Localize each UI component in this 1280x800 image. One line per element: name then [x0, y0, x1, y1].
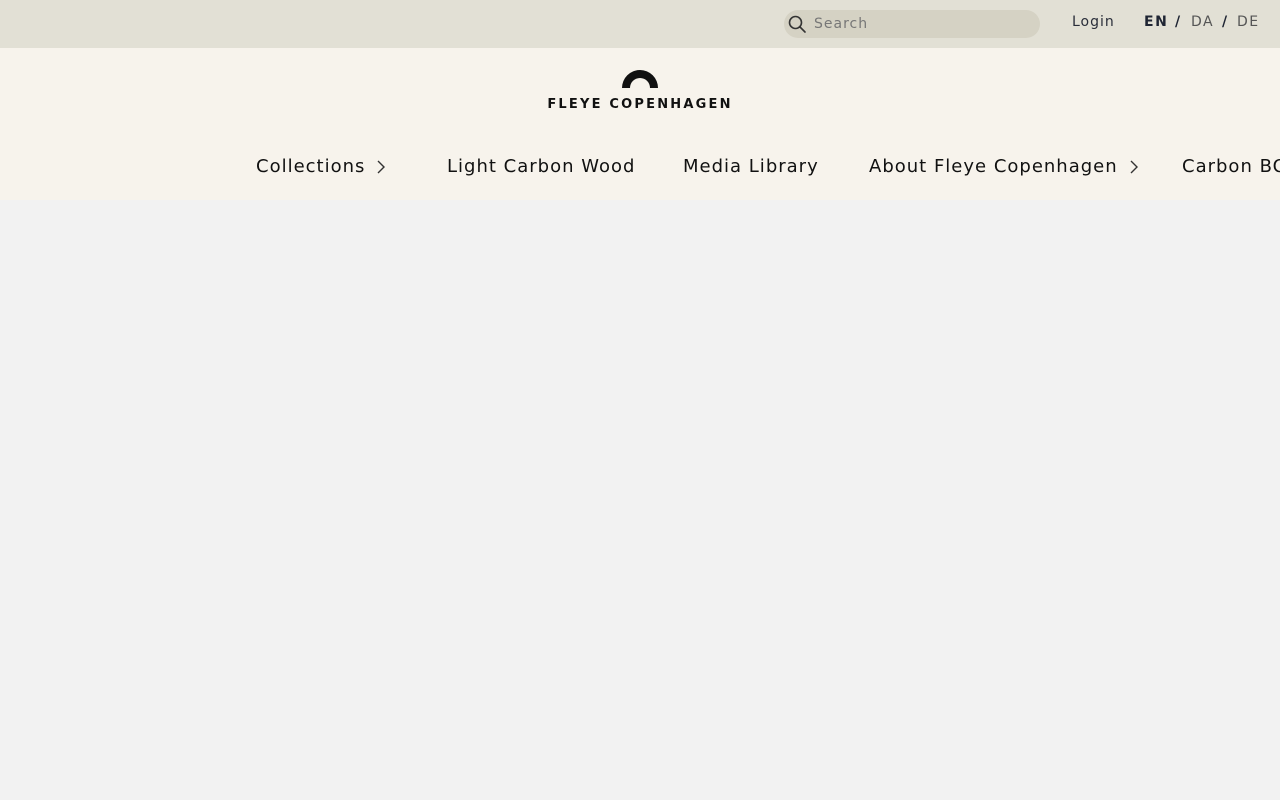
nav-item-media-library[interactable]: Media Library — [683, 156, 819, 177]
language-separator: / — [1222, 14, 1228, 30]
nav-item-light-carbon-wood[interactable]: Light Carbon Wood — [447, 156, 635, 177]
nav-item-carbon-boi[interactable]: Carbon BOI — [1182, 156, 1280, 177]
chevron-right-icon — [1130, 160, 1138, 173]
top-utility-bar: Login EN / DA / DE — [0, 0, 1280, 48]
nav-item-label: Carbon BOI — [1182, 156, 1280, 177]
main-content — [0, 200, 1280, 800]
language-separator: / — [1175, 14, 1181, 30]
site-header: FLEYE COPENHAGEN Collections Light Carbo… — [0, 48, 1280, 200]
search-box[interactable] — [784, 10, 1040, 38]
search-icon — [788, 15, 806, 33]
search-input[interactable] — [814, 10, 1034, 38]
arch-logo-icon — [622, 70, 658, 88]
nav-item-label: Light Carbon Wood — [447, 156, 636, 177]
language-en[interactable]: EN — [1144, 14, 1168, 30]
nav-item-collections[interactable]: Collections — [256, 156, 386, 177]
chevron-right-icon — [377, 160, 386, 173]
nav-item-label: Collections — [256, 156, 366, 177]
language-de[interactable]: DE — [1237, 14, 1260, 30]
nav-item-label: Media Library — [683, 156, 819, 177]
nav-item-label: About Fleye Copenhagen — [869, 156, 1118, 177]
nav-item-about[interactable]: About Fleye Copenhagen — [869, 156, 1138, 177]
login-link[interactable]: Login — [1072, 14, 1115, 30]
language-da[interactable]: DA — [1191, 14, 1214, 30]
logo[interactable]: FLEYE COPENHAGEN — [540, 70, 740, 116]
logo-wordmark: FLEYE COPENHAGEN — [547, 97, 733, 112]
